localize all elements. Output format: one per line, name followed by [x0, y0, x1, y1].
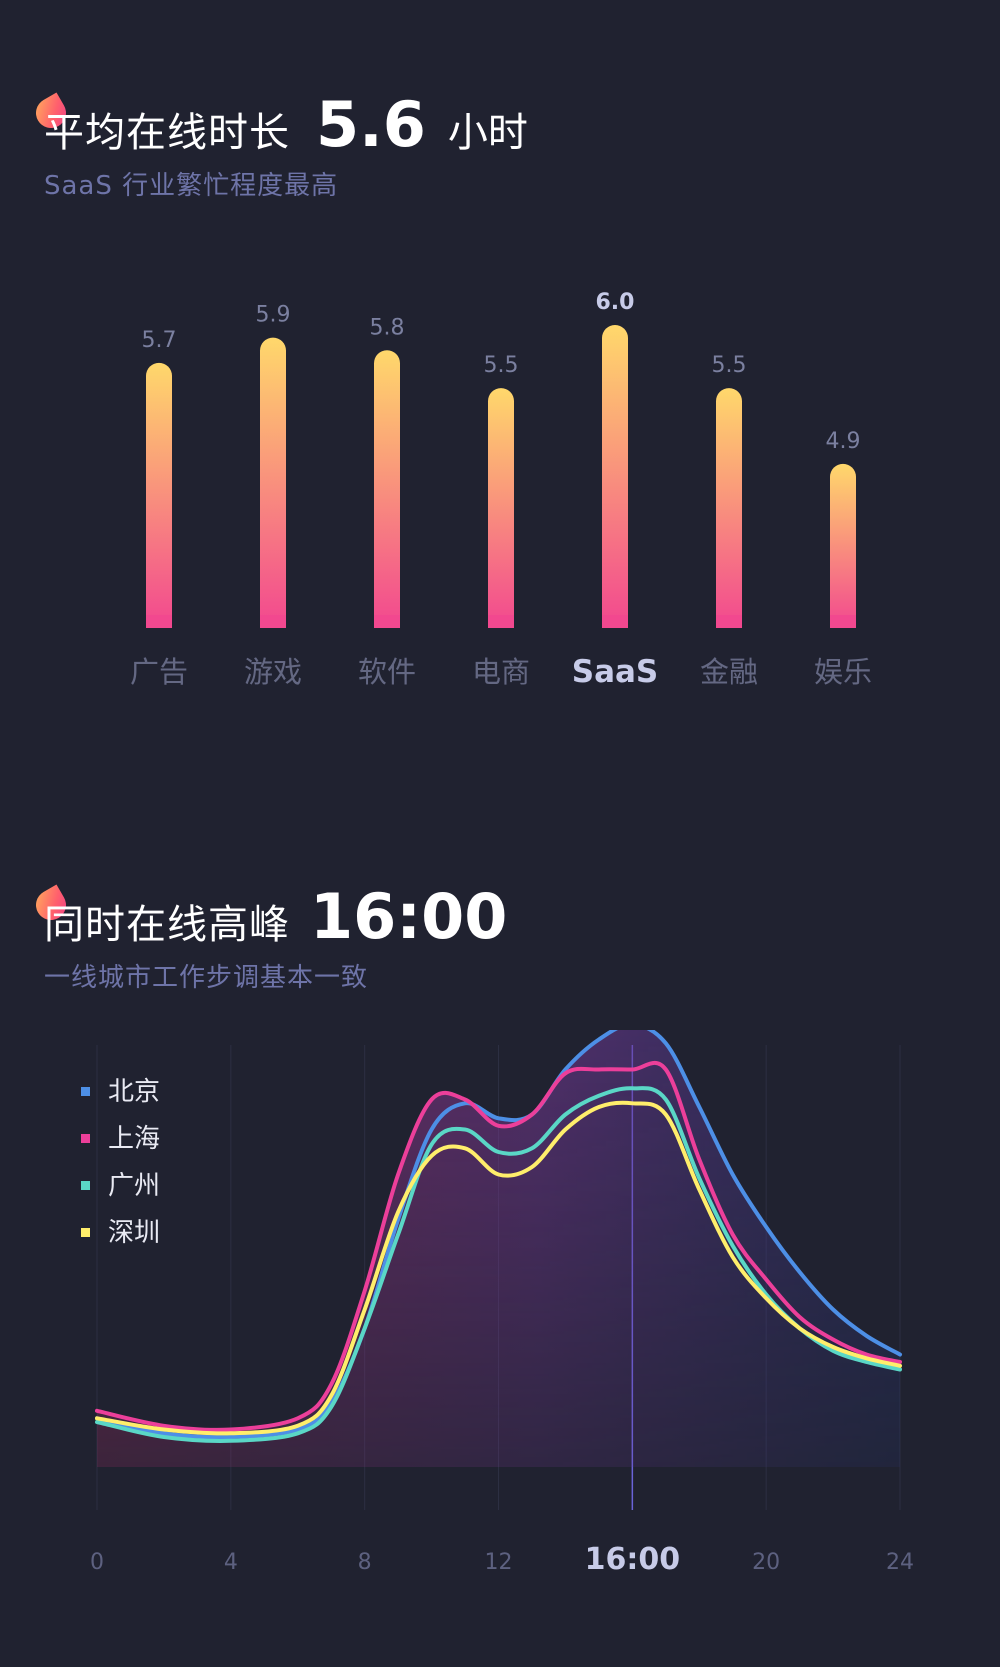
peak-title: 同时在线高峰 — [44, 902, 290, 948]
bar-value-label: 5.5 — [712, 353, 747, 378]
legend-label: 上海 — [108, 1124, 160, 1154]
legend-swatch — [81, 1087, 90, 1096]
bar-value-label: 5.7 — [142, 328, 177, 353]
bar-value-label: 4.9 — [826, 429, 861, 454]
legend-swatch — [81, 1228, 90, 1237]
duration-title-row: 平均在线时长 5.6 小时 — [30, 88, 528, 161]
bar-3 — [488, 388, 514, 628]
peak-value: 16:00 — [310, 880, 508, 953]
legend-swatch — [81, 1181, 90, 1190]
duration-unit: 小时 — [447, 110, 528, 156]
duration-title: 平均在线时长 — [44, 110, 290, 156]
x-tick-label: 20 — [752, 1550, 780, 1575]
peak-subtitle: 一线城市工作步调基本一致 — [44, 963, 369, 993]
bar-category-label: SaaS — [572, 654, 659, 690]
bar-base-6 — [830, 615, 856, 628]
bar-value-label: 6.0 — [596, 290, 635, 315]
legend-label: 深圳 — [108, 1218, 160, 1248]
duration-value: 5.6 — [316, 88, 426, 161]
bar-base-0 — [146, 615, 172, 628]
bar-2 — [374, 350, 400, 628]
bar-category-label: 广告 — [130, 655, 188, 689]
bar-5 — [716, 388, 742, 628]
x-tick-label: 8 — [358, 1550, 372, 1575]
x-tick-label: 24 — [886, 1550, 914, 1575]
bar-category-label: 软件 — [358, 655, 416, 689]
peak-header: 同时在线高峰 16:00 一线城市工作步调基本一致 — [30, 880, 508, 994]
legend-label: 广州 — [108, 1171, 160, 1201]
x-tick-label: 12 — [485, 1550, 513, 1575]
bar-value-label: 5.9 — [256, 303, 291, 328]
bar-base-5 — [716, 615, 742, 628]
bar-1 — [260, 337, 286, 628]
bar-value-label: 5.8 — [370, 315, 405, 340]
bar-category-label: 金融 — [700, 655, 758, 689]
bar-value-label: 5.5 — [484, 353, 519, 378]
x-tick-label: 16:00 — [585, 1542, 681, 1577]
peak-line-chart: 0 4 8 12 16:00 20 24 北京上海广州深圳 — [81, 1030, 914, 1577]
legend-label: 北京 — [108, 1077, 160, 1107]
peak-title-row: 同时在线高峰 16:00 — [30, 880, 508, 953]
x-tick-label: 4 — [224, 1550, 238, 1575]
bar-base-4 — [602, 615, 628, 628]
duration-header: 平均在线时长 5.6 小时 SaaS 行业繁忙程度最高 — [30, 88, 528, 202]
bar-6 — [830, 463, 856, 628]
bar-4 — [602, 325, 628, 628]
duration-subtitle: SaaS 行业繁忙程度最高 — [44, 171, 339, 201]
bar-base-3 — [488, 615, 514, 628]
bar-0 — [146, 362, 172, 628]
bar-base-1 — [260, 615, 286, 628]
bar-category-label: 娱乐 — [814, 655, 872, 689]
bar-base-2 — [374, 615, 400, 628]
bar-category-label: 电商 — [472, 655, 530, 689]
x-tick-label: 0 — [90, 1550, 104, 1575]
legend-swatch — [81, 1134, 90, 1143]
duration-bar-chart: 5.7 广告 5.9 游戏 5.8 软件 5.5 电商 6.0 SaaS 5.5 金融 4.9 娱乐 — [130, 290, 872, 690]
bar-category-label: 游戏 — [244, 655, 302, 689]
